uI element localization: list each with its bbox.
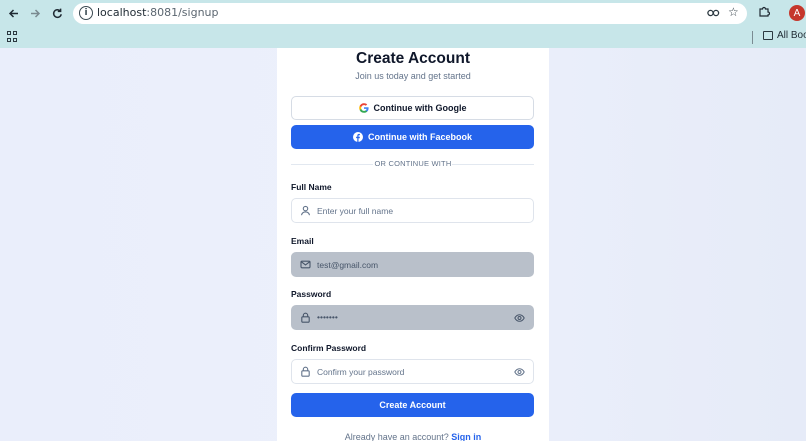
page-title: Create Account	[356, 50, 470, 67]
reload-icon	[52, 8, 62, 19]
signin-prompt-text: Already have an account?	[344, 432, 449, 441]
password-input[interactable]: •••••••	[291, 305, 534, 330]
back-button[interactable]	[5, 5, 22, 22]
full-name-input[interactable]: Enter your full name	[291, 198, 534, 223]
confirm-password-label: Confirm Password	[291, 343, 367, 353]
page-subtitle: Join us today and get started	[355, 71, 471, 81]
password-key-icon[interactable]	[707, 7, 720, 21]
bookmarks-separator	[752, 31, 753, 44]
eye-icon[interactable]	[514, 313, 525, 323]
facebook-icon	[352, 132, 363, 142]
google-signin-button[interactable]: Continue with Google	[291, 96, 534, 120]
arrow-right-icon	[31, 9, 41, 18]
user-icon	[300, 205, 311, 216]
address-bar[interactable]: i localhost:8081/signup ☆	[73, 3, 747, 24]
forward-button[interactable]	[27, 5, 44, 22]
mail-icon	[300, 260, 311, 269]
email-input[interactable]: test@gmail.com	[291, 252, 534, 277]
bookmarks-bar: All Bookmarks	[0, 27, 806, 48]
folder-icon[interactable]	[763, 31, 773, 40]
browser-toolbar: i localhost:8081/signup ☆ A	[0, 0, 806, 27]
all-bookmarks-label[interactable]: All Bookmarks	[777, 30, 806, 41]
password-label: Password	[291, 289, 332, 299]
confirm-password-placeholder: Confirm your password	[317, 367, 405, 377]
confirm-password-input[interactable]: Confirm your password	[291, 359, 534, 384]
create-account-button[interactable]: Create Account	[291, 393, 534, 417]
profile-avatar[interactable]: A	[789, 5, 805, 21]
full-name-label: Full Name	[291, 182, 332, 192]
eye-icon[interactable]	[514, 367, 525, 377]
google-button-label: Continue with Google	[373, 103, 467, 113]
site-info-icon[interactable]: i	[79, 6, 93, 20]
full-name-placeholder: Enter your full name	[317, 206, 394, 216]
signin-prompt: Already have an account? Sign in	[277, 432, 549, 441]
star-icon[interactable]: ☆	[728, 5, 739, 19]
password-value: •••••••	[317, 312, 338, 322]
extensions-icon[interactable]	[758, 5, 771, 20]
signup-card: Create Account Join us today and get sta…	[277, 48, 549, 441]
lock-icon	[301, 366, 310, 377]
facebook-signin-button[interactable]: Continue with Facebook	[291, 125, 534, 149]
email-value: test@gmail.com	[317, 260, 379, 270]
page-background: Create Account Join us today and get sta…	[0, 48, 806, 441]
reload-button[interactable]	[49, 5, 66, 22]
signin-link[interactable]: Sign in	[451, 432, 481, 441]
facebook-button-label: Continue with Facebook	[367, 132, 472, 142]
browser-chrome: i localhost:8081/signup ☆ A All Bookmark…	[0, 0, 806, 48]
apps-grid-icon[interactable]	[7, 31, 18, 42]
email-label: Email	[291, 236, 314, 246]
divider-line-right	[452, 164, 534, 165]
url-text: localhost:8081/signup	[97, 6, 219, 19]
arrow-left-icon	[8, 9, 18, 18]
google-icon	[358, 103, 369, 113]
lock-icon	[301, 312, 310, 323]
